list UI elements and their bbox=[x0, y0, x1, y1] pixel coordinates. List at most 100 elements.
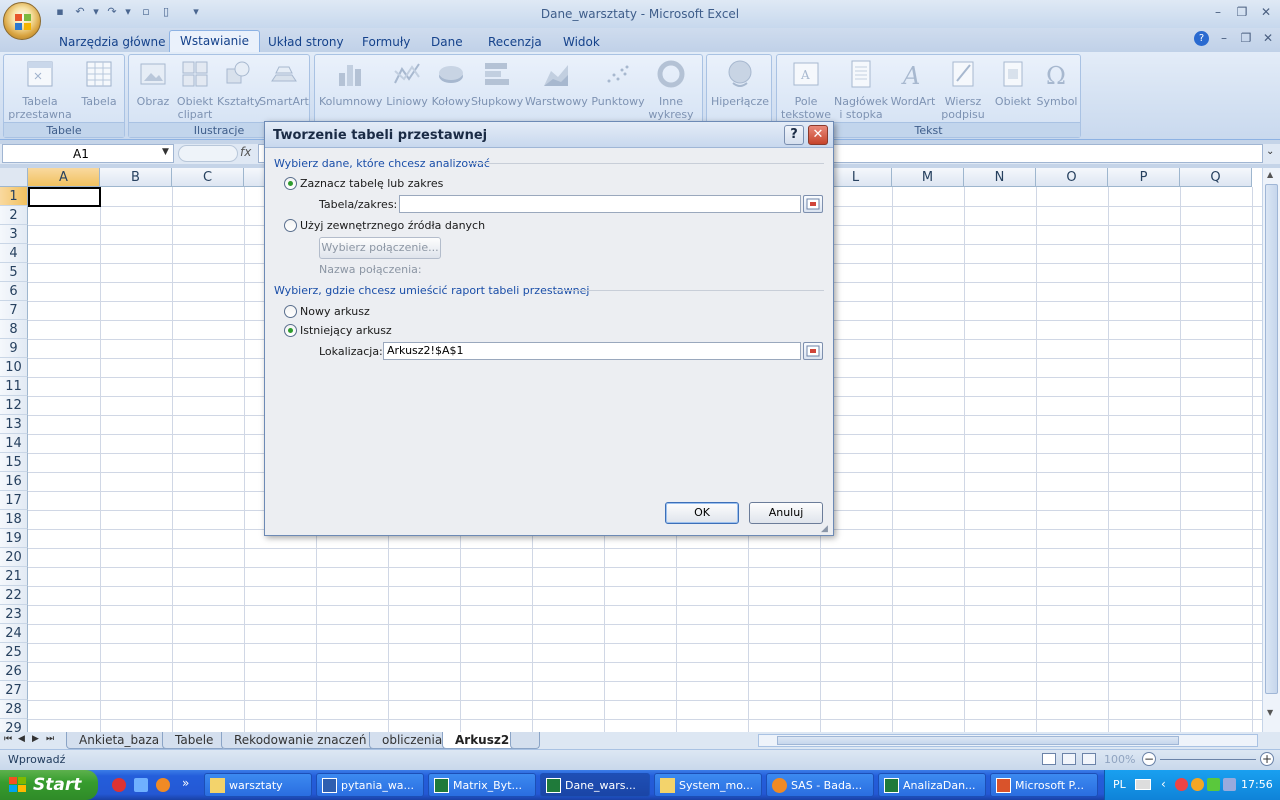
scroll-down-icon[interactable]: ▼ bbox=[1267, 708, 1273, 717]
row-header[interactable]: 13 bbox=[0, 415, 28, 434]
row-header[interactable]: 27 bbox=[0, 681, 28, 700]
restore-icon[interactable]: ❐ bbox=[1232, 5, 1252, 21]
ksztalty-button[interactable]: Kształty bbox=[217, 59, 261, 108]
row-header[interactable]: 14 bbox=[0, 434, 28, 453]
redo-dropdown-icon[interactable]: ▾ bbox=[120, 5, 136, 21]
tab-narzedzia-glowne[interactable]: Narzędzia główne bbox=[49, 32, 176, 52]
tab-widok[interactable]: Widok bbox=[553, 32, 610, 52]
zoom-out-icon[interactable]: − bbox=[1142, 752, 1156, 766]
location-input[interactable]: Arkusz2!$A$1 bbox=[383, 342, 801, 360]
dialog-close-button[interactable]: ✕ bbox=[808, 125, 828, 145]
pole-tekstowe-button[interactable]: A Pole tekstowe bbox=[781, 59, 831, 121]
task-matrix[interactable]: Matrix_Byt... bbox=[428, 773, 536, 797]
obraz-button[interactable]: Obraz bbox=[133, 59, 173, 108]
column-header[interactable]: N bbox=[964, 168, 1036, 187]
tabela-przestawna-button[interactable]: Tabela przestawna bbox=[6, 59, 74, 121]
existing-sheet-label[interactable]: Istniejący arkusz bbox=[300, 324, 392, 337]
doc-restore-icon[interactable]: ❐ bbox=[1236, 31, 1256, 47]
tray-app-icon[interactable] bbox=[1175, 778, 1188, 791]
tray-arrow-icon[interactable]: ‹ bbox=[1161, 777, 1166, 791]
location-collapse-icon[interactable] bbox=[803, 342, 823, 360]
column-header[interactable]: B bbox=[100, 168, 172, 187]
new-sheet-label[interactable]: Nowy arkusz bbox=[300, 305, 370, 318]
task-microsoft-p[interactable]: Microsoft P... bbox=[990, 773, 1098, 797]
warstwowy-button[interactable]: Warstwowy bbox=[525, 59, 588, 108]
vertical-scrollbar[interactable]: ▲ ▼ bbox=[1262, 168, 1280, 732]
liniowy-button[interactable]: Liniowy bbox=[383, 59, 431, 108]
zoom-in-icon[interactable]: + bbox=[1260, 752, 1274, 766]
language-indicator[interactable]: PL bbox=[1113, 778, 1126, 791]
row-header[interactable]: 25 bbox=[0, 643, 28, 662]
scroll-up-icon[interactable]: ▲ bbox=[1267, 170, 1273, 179]
undo-dropdown-icon[interactable]: ▾ bbox=[88, 5, 104, 21]
row-header[interactable]: 18 bbox=[0, 510, 28, 529]
row-header[interactable]: 15 bbox=[0, 453, 28, 472]
punktowy-button[interactable]: Punktowy bbox=[589, 59, 647, 108]
row-header[interactable]: 12 bbox=[0, 396, 28, 415]
tab-formuly[interactable]: Formuły bbox=[352, 32, 420, 52]
normal-view-icon[interactable] bbox=[1042, 753, 1056, 765]
row-header[interactable]: 8 bbox=[0, 320, 28, 339]
inne-wykresy-button[interactable]: Inne wykresy bbox=[647, 59, 695, 121]
tab-dane[interactable]: Dane bbox=[421, 32, 473, 52]
row-header[interactable]: 26 bbox=[0, 662, 28, 681]
horizontal-scroll-thumb[interactable] bbox=[777, 736, 1179, 745]
doc-close-icon[interactable]: ✕ bbox=[1258, 31, 1278, 47]
row-header[interactable]: 2 bbox=[0, 206, 28, 225]
row-header[interactable]: 24 bbox=[0, 624, 28, 643]
row-header[interactable]: 4 bbox=[0, 244, 28, 263]
page-layout-view-icon[interactable] bbox=[1062, 753, 1076, 765]
row-header[interactable]: 3 bbox=[0, 225, 28, 244]
row-header[interactable]: 6 bbox=[0, 282, 28, 301]
start-button[interactable]: Start bbox=[0, 770, 98, 800]
wiersz-podpisu-button[interactable]: Wiersz podpisu bbox=[937, 59, 989, 121]
network-icon[interactable] bbox=[1223, 778, 1236, 791]
quicklaunch-app-icon[interactable] bbox=[112, 778, 126, 792]
minimize-icon[interactable]: – bbox=[1208, 5, 1228, 21]
row-header[interactable]: 17 bbox=[0, 491, 28, 510]
slupkowy-button[interactable]: Słupkowy bbox=[471, 59, 523, 108]
resize-grip-icon[interactable]: ◢ bbox=[821, 524, 828, 534]
column-header[interactable]: Q bbox=[1180, 168, 1252, 187]
row-header[interactable]: 10 bbox=[0, 358, 28, 377]
obiekt-button[interactable]: Obiekt bbox=[991, 59, 1035, 108]
first-sheet-icon[interactable]: ⏮ bbox=[4, 734, 12, 744]
next-sheet-icon[interactable]: ▶ bbox=[32, 734, 39, 744]
row-header[interactable]: 16 bbox=[0, 472, 28, 491]
ok-button[interactable]: OK bbox=[665, 502, 739, 524]
new-document-icon[interactable]: ▯ bbox=[158, 5, 174, 21]
vertical-scroll-thumb[interactable] bbox=[1265, 184, 1278, 694]
column-header[interactable]: C bbox=[172, 168, 244, 187]
tab-recenzja[interactable]: Recenzja bbox=[478, 32, 552, 52]
row-header[interactable]: 23 bbox=[0, 605, 28, 624]
external-source-label[interactable]: Użyj zewnętrznego źródła danych bbox=[300, 219, 485, 232]
customize-qat-icon[interactable]: ▾ bbox=[188, 5, 204, 21]
row-header[interactable]: 11 bbox=[0, 377, 28, 396]
task-analiza[interactable]: AnalizaDan... bbox=[878, 773, 986, 797]
wifi-icon[interactable] bbox=[1207, 778, 1220, 791]
task-system[interactable]: System_mo... bbox=[654, 773, 762, 797]
zoom-level[interactable]: 100% bbox=[1104, 753, 1135, 766]
doc-minimize-icon[interactable]: – bbox=[1214, 31, 1234, 47]
task-sas[interactable]: SAS - Bada... bbox=[766, 773, 874, 797]
undo-icon[interactable]: ↶ bbox=[72, 5, 88, 21]
task-dane-warsztaty[interactable]: Dane_wars... bbox=[540, 773, 650, 797]
radio-existing-sheet[interactable] bbox=[284, 324, 297, 337]
close-window-icon[interactable]: ✕ bbox=[1256, 5, 1276, 21]
radio-new-sheet[interactable] bbox=[284, 305, 297, 318]
symbol-button[interactable]: Ω Symbol bbox=[1035, 59, 1079, 108]
smartart-button[interactable]: SmartArt bbox=[259, 59, 309, 108]
print-preview-icon[interactable]: ▫ bbox=[138, 5, 154, 21]
expand-formula-bar-icon[interactable]: ⌄ bbox=[1266, 146, 1274, 157]
keyboard-icon[interactable] bbox=[1135, 779, 1151, 790]
sheet-tab-ankieta-baza[interactable]: Ankieta_baza bbox=[66, 732, 173, 749]
last-sheet-icon[interactable]: ⏭ bbox=[46, 734, 54, 744]
help-icon[interactable]: ? bbox=[1194, 31, 1209, 46]
office-button[interactable] bbox=[3, 2, 41, 40]
wordart-button[interactable]: A WordArt bbox=[889, 59, 937, 108]
row-header[interactable]: 1 bbox=[0, 187, 28, 206]
name-box[interactable]: A1 bbox=[2, 144, 174, 163]
kolumnowy-button[interactable]: Kolumnowy bbox=[319, 59, 382, 108]
active-cell-a1[interactable] bbox=[28, 187, 101, 207]
radio-external-source[interactable] bbox=[284, 219, 297, 232]
